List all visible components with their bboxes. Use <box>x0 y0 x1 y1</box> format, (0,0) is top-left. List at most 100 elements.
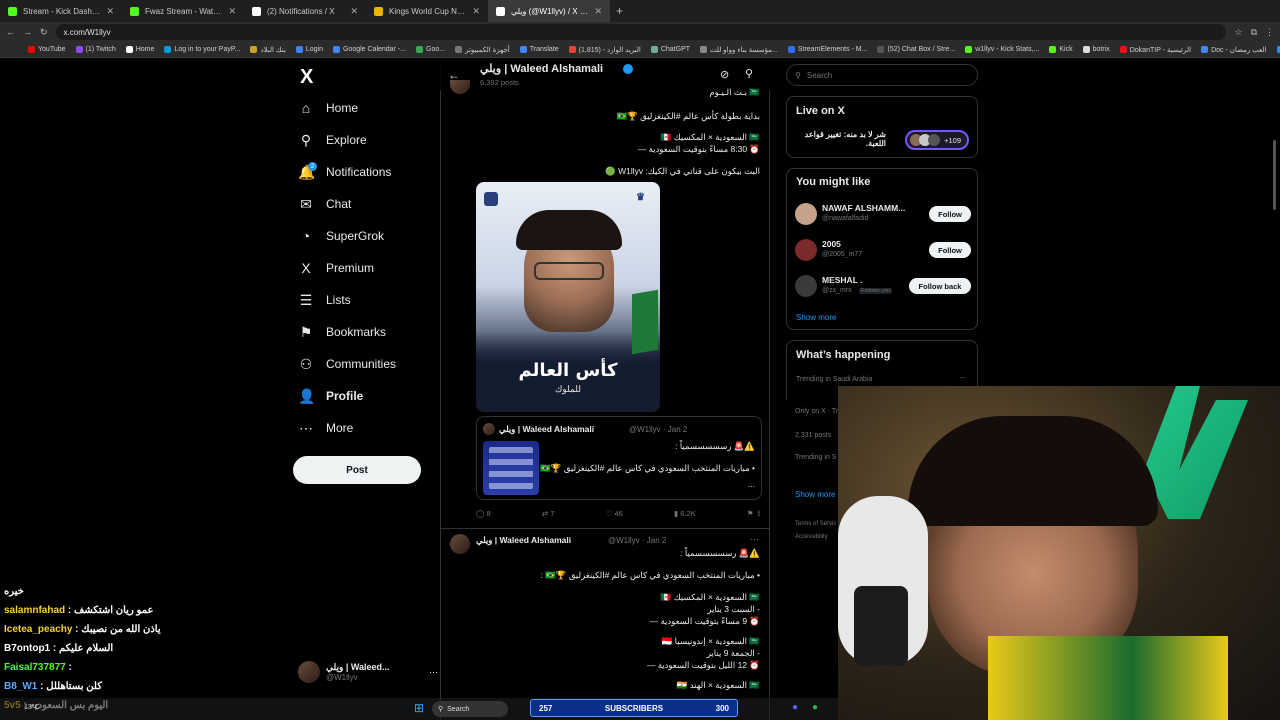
bookmark-item[interactable]: StreamElements - M... <box>787 46 867 53</box>
reload-icon[interactable]: ↻ <box>40 27 48 38</box>
nav-item-premium[interactable]: X Premium <box>298 256 374 280</box>
browser-tab[interactable]: Stream - Kick Dashboard✕ <box>0 0 122 22</box>
follow-button[interactable]: Follow <box>929 206 971 222</box>
extensions-icon[interactable]: ⧉ <box>1251 27 1257 38</box>
bookmark-item[interactable]: Google Calendar -... <box>332 46 406 53</box>
bookmark-item[interactable]: Home - Restream <box>1276 46 1280 53</box>
search-input[interactable]: ⚲ Search <box>786 64 978 86</box>
quote-line: ⚠️🚨 رسسسسسمياً : <box>675 441 755 451</box>
tweet-actions: ◯ 8 ⇄ 7 ♡ 46 ▮ 6.2K ⚑ ⇪ <box>476 509 762 521</box>
bookmark-item[interactable]: w1llyv - Kick Stats,... <box>965 46 1039 53</box>
nav-item-more[interactable]: ⋯ More <box>298 416 353 440</box>
kick-icon <box>130 6 139 16</box>
bookmark-item[interactable]: Log in to your PayP... <box>164 46 240 53</box>
nav-item-bookmarks[interactable]: ⚑ Bookmarks <box>298 320 386 344</box>
browser-tab[interactable]: (2) Notifications / X ✕ <box>244 0 366 22</box>
x-icon: X <box>301 260 311 276</box>
close-icon[interactable]: ✕ <box>350 6 358 17</box>
bookmark-item[interactable]: ChatGPT <box>650 46 690 53</box>
bookmark-item[interactable]: مؤسسة بناء وواو للت... <box>700 46 778 54</box>
quoted-tweet[interactable]: ويلي | Waleed Alshamali @W1llyv · Jan 2 … <box>476 416 762 500</box>
image-title: كأس العالم <box>518 360 618 381</box>
repost-button[interactable]: ⇄ 7 <box>542 509 555 521</box>
bookmark-item[interactable]: DokanTIP - الرئيسية <box>1119 46 1191 54</box>
nav-item-supergrok[interactable]: ◔ SuperGrok <box>298 224 384 248</box>
back-icon[interactable]: ← <box>6 27 15 37</box>
bookmark-item[interactable]: أجهزة الكمبيوتر <box>455 46 510 54</box>
star-icon[interactable]: ☆ <box>1234 27 1242 38</box>
bookmark-item[interactable]: (1) Twitch <box>75 46 116 53</box>
bookmark-item[interactable]: Goo... <box>416 46 445 53</box>
browser-tab[interactable]: Kings World Cup Nations 2026✕ <box>366 0 488 22</box>
bookmark-favicon-icon <box>125 46 133 53</box>
bookmark-button[interactable]: ⚑ ⇪ <box>747 509 762 521</box>
nav-item-profile[interactable]: 👤 Profile <box>298 384 363 408</box>
close-icon[interactable]: ✕ <box>594 6 602 17</box>
nav-item-home[interactable]: ⌂ Home <box>298 96 358 120</box>
bookmark-item[interactable]: Translate <box>519 46 559 53</box>
bookmark-item[interactable]: بنك البلاد <box>250 46 286 54</box>
new-tab-button[interactable]: + <box>610 4 629 18</box>
close-icon[interactable]: ✕ <box>228 6 236 17</box>
address-bar[interactable]: x.com/W1llyv <box>55 24 1227 40</box>
suggestion-row[interactable]: MESHAL . @zx_mrx Follows you Follow back <box>795 273 971 299</box>
like-button[interactable]: ♡ 46 <box>606 509 623 521</box>
share-icon: ⇪ <box>755 509 762 518</box>
bookmark-item[interactable]: Kick <box>1049 46 1073 53</box>
trend-posts: 2,331 posts <box>795 432 832 439</box>
glasses-shape <box>534 262 604 280</box>
suggestion-name: 2005 <box>822 239 841 249</box>
post-button[interactable]: Post <box>293 456 421 484</box>
bookmark-favicon-icon <box>787 46 795 53</box>
tweet-text-line: 🇸🇦 السعودية × المكسيك 🇲🇽 <box>660 592 760 602</box>
forward-icon[interactable]: → <box>23 27 32 37</box>
reply-button[interactable]: ◯ 8 <box>476 509 491 521</box>
bookmark-item[interactable]: (52) Chat Box / Stre... <box>877 46 955 53</box>
close-icon[interactable]: ✕ <box>106 6 114 17</box>
x-logo-icon[interactable]: X <box>300 66 313 89</box>
show-more-link[interactable]: Show more <box>795 490 835 499</box>
show-more-link[interactable]: Show more <box>796 313 836 322</box>
quote-image <box>483 441 539 495</box>
live-on-x-card: Live on X شر لا بد منه: تغيير قواعد اللع… <box>786 96 978 158</box>
live-listeners[interactable]: +109 <box>905 130 969 150</box>
search-icon[interactable]: ⚲ <box>745 67 753 80</box>
discord-icon[interactable]: ● <box>792 702 798 713</box>
bookmark-favicon-icon <box>519 46 527 53</box>
bookmark-item[interactable]: botrix <box>1082 46 1110 53</box>
chat-username: B7ontop1 <box>4 643 51 654</box>
suggestion-row[interactable]: 2005 @2005_m77 Follow <box>795 237 971 263</box>
nav-item-chat[interactable]: ✉ Chat <box>298 192 351 216</box>
bookmark-item[interactable]: YouTube <box>28 46 66 53</box>
bookmark-item[interactable]: البريد الوارد - (1,815) <box>568 46 641 54</box>
windows-icon[interactable]: ⊞ <box>414 701 424 715</box>
scrollbar[interactable] <box>1273 140 1276 210</box>
suggestion-row[interactable]: NAWAF ALSHAMM... @nawafalfadid Follow <box>795 201 971 227</box>
follow-button[interactable]: Follow <box>929 242 971 258</box>
more-icon[interactable]: ⋯ <box>750 534 759 545</box>
nav-item-communities[interactable]: ⚇ Communities <box>298 352 396 376</box>
account-switcher[interactable]: ويلي | Waleed... @W1llyv ⋯ <box>298 658 438 686</box>
nav-item-notifications[interactable]: 🔔 Notifications 2 <box>298 160 391 184</box>
taskbar-search[interactable]: ⚲ Search <box>432 701 508 717</box>
close-icon[interactable]: ✕ <box>472 6 480 17</box>
views-button[interactable]: ▮ 6.2K <box>674 509 696 521</box>
menu-icon[interactable]: ⋮ <box>1265 27 1274 38</box>
bookmark-item[interactable]: Login <box>295 46 323 53</box>
footer-link[interactable]: Terms of Servic <box>795 521 836 527</box>
browser-tab-active[interactable]: ويلي (@W1llyv) / X (3) ✕ <box>488 0 610 22</box>
footer-link[interactable]: Accessibility <box>795 534 828 540</box>
spotify-icon[interactable]: ● <box>812 702 818 713</box>
nav-item-lists[interactable]: ☰ Lists <box>298 288 351 312</box>
live-text[interactable]: شر لا بد منه: تغيير قواعد اللعبة. <box>796 130 886 148</box>
grok-icon[interactable]: ⊘ <box>720 68 729 81</box>
browser-tab[interactable]: Fwaz Stream - Watch Live on Kick✕ <box>122 0 244 22</box>
nav-item-explore[interactable]: ⚲ Explore <box>298 128 367 152</box>
tweet-text-line: بداية بطولة كأس عالم #الكينغزليق 🏆🇧🇷 <box>616 111 760 121</box>
tweet-image[interactable]: ♛ كأس العالم للملوك <box>476 182 660 412</box>
bookmark-item[interactable]: Home <box>125 46 154 53</box>
follow-back-button[interactable]: Follow back <box>909 278 971 294</box>
bookmark-favicon-icon <box>1049 46 1057 53</box>
bookmark-item[interactable]: Doc - العب رمضان <box>1201 46 1267 54</box>
more-icon[interactable]: ⋯ <box>959 374 966 382</box>
